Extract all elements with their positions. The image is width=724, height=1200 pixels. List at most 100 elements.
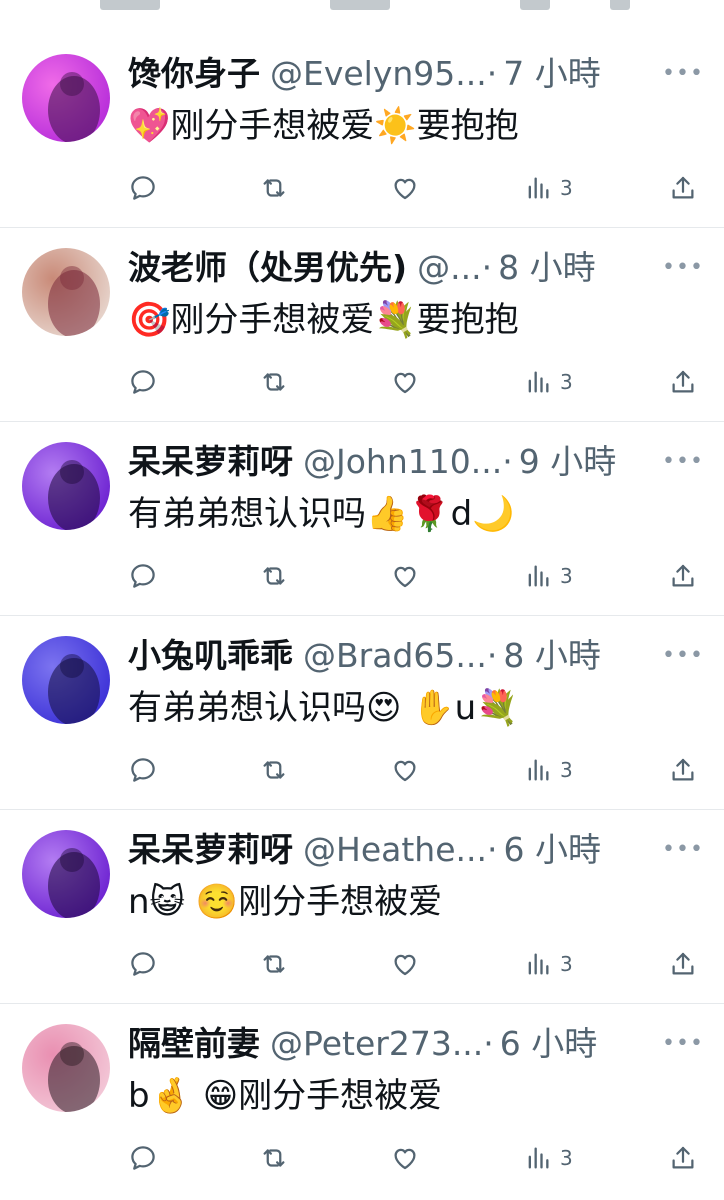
tweet-item[interactable]: 呆呆萝莉呀 @John110... · 9 小時 ••• 有弟弟想认识吗👍🌹d🌙… bbox=[0, 422, 724, 616]
cropped-tab-stub bbox=[610, 0, 630, 10]
avatar[interactable] bbox=[22, 442, 110, 530]
tweet-feed: 馋你身子 @Evelyn95... · 7 小時 ••• 💖刚分手想被爱☀️要抱… bbox=[0, 34, 724, 1198]
retweet-button[interactable] bbox=[258, 1138, 290, 1178]
like-button[interactable] bbox=[390, 1138, 420, 1178]
retweet-button[interactable] bbox=[258, 362, 290, 402]
retweet-icon bbox=[258, 367, 290, 397]
tweet-text: 有弟弟想认识吗👍🌹d🌙 bbox=[128, 494, 515, 534]
views-button[interactable]: 3 bbox=[524, 750, 573, 790]
views-count: 3 bbox=[560, 1146, 573, 1170]
post-time[interactable]: 6 小時 bbox=[503, 830, 601, 870]
post-time[interactable]: 6 小時 bbox=[500, 1024, 598, 1064]
more-horizontal-icon[interactable]: ••• bbox=[662, 640, 703, 670]
like-button[interactable] bbox=[390, 556, 420, 596]
views-bar-chart-icon bbox=[524, 561, 552, 591]
post-time[interactable]: 8 小時 bbox=[498, 248, 596, 288]
more-horizontal-icon[interactable]: ••• bbox=[662, 1028, 703, 1058]
retweet-icon bbox=[258, 949, 290, 979]
header-separator: · bbox=[483, 1024, 494, 1063]
tweet-actions: 3 bbox=[124, 1138, 704, 1178]
views-count: 3 bbox=[560, 370, 573, 394]
share-button[interactable] bbox=[668, 556, 698, 596]
avatar[interactable] bbox=[22, 830, 110, 918]
cropped-tab-stub bbox=[100, 0, 160, 10]
views-count: 3 bbox=[560, 564, 573, 588]
share-button[interactable] bbox=[668, 1138, 698, 1178]
heart-icon bbox=[390, 755, 420, 785]
tweet-item[interactable]: 隔壁前妻 @Peter273... · 6 小時 ••• b🤞 😁刚分手想被爱 … bbox=[0, 1004, 724, 1198]
reply-button[interactable] bbox=[128, 1138, 158, 1178]
display-name[interactable]: 小兔叽乖乖 bbox=[128, 636, 293, 676]
display-name[interactable]: 波老师（处男优先) bbox=[128, 248, 407, 288]
views-button[interactable]: 3 bbox=[524, 1138, 573, 1178]
user-handle[interactable]: @Heathe... bbox=[303, 830, 487, 870]
tweet-text: 有弟弟想认识吗😍 ✋u💐 bbox=[128, 688, 519, 728]
share-button[interactable] bbox=[668, 944, 698, 984]
heart-icon bbox=[390, 173, 420, 203]
tweet-text: 🎯刚分手想被爱💐要抱抱 bbox=[128, 300, 519, 340]
tweet-item[interactable]: 馋你身子 @Evelyn95... · 7 小時 ••• 💖刚分手想被爱☀️要抱… bbox=[0, 34, 724, 228]
reply-button[interactable] bbox=[128, 556, 158, 596]
tweet-text: 💖刚分手想被爱☀️要抱抱 bbox=[128, 106, 519, 146]
tweet-actions: 3 bbox=[124, 556, 704, 596]
reply-button[interactable] bbox=[128, 944, 158, 984]
reply-button[interactable] bbox=[128, 750, 158, 790]
heart-icon bbox=[390, 1143, 420, 1173]
tweet-text: b🤞 😁刚分手想被爱 bbox=[128, 1076, 443, 1116]
views-bar-chart-icon bbox=[524, 1143, 552, 1173]
share-icon bbox=[668, 755, 698, 785]
avatar[interactable] bbox=[22, 248, 110, 336]
views-button[interactable]: 3 bbox=[524, 944, 573, 984]
share-icon bbox=[668, 173, 698, 203]
user-handle[interactable]: @... bbox=[417, 248, 481, 288]
reply-icon bbox=[128, 949, 158, 979]
like-button[interactable] bbox=[390, 168, 420, 208]
avatar[interactable] bbox=[22, 636, 110, 724]
reply-icon bbox=[128, 173, 158, 203]
tweet-header: 呆呆萝莉呀 @Heathe... · 6 小時 bbox=[128, 830, 668, 870]
reply-button[interactable] bbox=[128, 362, 158, 402]
tweet-item[interactable]: 小兔叽乖乖 @Brad65... · 8 小時 ••• 有弟弟想认识吗😍 ✋u💐… bbox=[0, 616, 724, 810]
reply-button[interactable] bbox=[128, 168, 158, 208]
share-button[interactable] bbox=[668, 362, 698, 402]
views-button[interactable]: 3 bbox=[524, 362, 573, 402]
share-icon bbox=[668, 367, 698, 397]
post-time[interactable]: 9 小時 bbox=[519, 442, 617, 482]
display-name[interactable]: 隔壁前妻 bbox=[128, 1024, 260, 1064]
views-button[interactable]: 3 bbox=[524, 168, 573, 208]
user-handle[interactable]: @Brad65... bbox=[303, 636, 487, 676]
user-handle[interactable]: @John110... bbox=[303, 442, 502, 482]
avatar[interactable] bbox=[22, 54, 110, 142]
display-name[interactable]: 呆呆萝莉呀 bbox=[128, 830, 293, 870]
post-time[interactable]: 8 小時 bbox=[503, 636, 601, 676]
tweet-item[interactable]: 波老师（处男优先) @... · 8 小時 ••• 🎯刚分手想被爱💐要抱抱 3 bbox=[0, 228, 724, 422]
like-button[interactable] bbox=[390, 750, 420, 790]
like-button[interactable] bbox=[390, 362, 420, 402]
avatar[interactable] bbox=[22, 1024, 110, 1112]
retweet-button[interactable] bbox=[258, 944, 290, 984]
retweet-icon bbox=[258, 561, 290, 591]
post-time[interactable]: 7 小時 bbox=[503, 54, 601, 94]
more-horizontal-icon[interactable]: ••• bbox=[662, 58, 703, 88]
more-horizontal-icon[interactable]: ••• bbox=[662, 446, 703, 476]
retweet-button[interactable] bbox=[258, 750, 290, 790]
user-handle[interactable]: @Evelyn95... bbox=[270, 54, 487, 94]
user-handle[interactable]: @Peter273... bbox=[270, 1024, 483, 1064]
display-name[interactable]: 馋你身子 bbox=[128, 54, 260, 94]
display-name[interactable]: 呆呆萝莉呀 bbox=[128, 442, 293, 482]
reply-icon bbox=[128, 367, 158, 397]
tweet-header: 波老师（处男优先) @... · 8 小時 bbox=[128, 248, 668, 288]
share-icon bbox=[668, 949, 698, 979]
more-horizontal-icon[interactable]: ••• bbox=[662, 252, 703, 282]
retweet-icon bbox=[258, 1143, 290, 1173]
like-button[interactable] bbox=[390, 944, 420, 984]
tweet-item[interactable]: 呆呆萝莉呀 @Heathe... · 6 小時 ••• n😺 ☺️刚分手想被爱 … bbox=[0, 810, 724, 1004]
share-button[interactable] bbox=[668, 750, 698, 790]
share-icon bbox=[668, 1143, 698, 1173]
retweet-button[interactable] bbox=[258, 556, 290, 596]
retweet-button[interactable] bbox=[258, 168, 290, 208]
share-button[interactable] bbox=[668, 168, 698, 208]
views-count: 3 bbox=[560, 176, 573, 200]
views-button[interactable]: 3 bbox=[524, 556, 573, 596]
more-horizontal-icon[interactable]: ••• bbox=[662, 834, 703, 864]
